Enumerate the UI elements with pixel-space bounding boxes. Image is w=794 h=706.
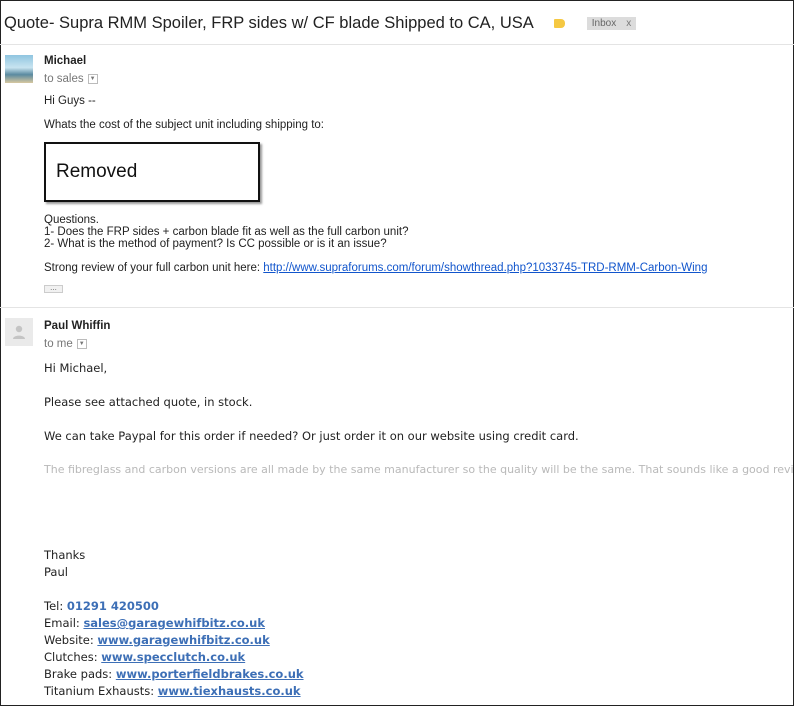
recipient-line: to me ▼ [44, 338, 87, 350]
sign-off-name: Paul [44, 565, 68, 579]
sender-name[interactable]: Michael [44, 55, 86, 67]
exhausts-link[interactable]: www.tiexhausts.co.uk [158, 684, 301, 698]
questions-heading: Questions. [44, 214, 99, 226]
signature-label: Clutches: [44, 650, 102, 664]
signature-label: Titanium Exhausts: [44, 684, 158, 698]
phone-number: 01291 420500 [66, 599, 159, 613]
label-tag-icon[interactable] [553, 18, 565, 28]
message-text: Please see attached quote, in stock. [44, 395, 253, 409]
message-text-faded: The fibreglass and carbon versions are a… [44, 463, 794, 476]
signature-website: Website: www.garagewhifbitz.co.uk [44, 633, 270, 647]
thread-header: Quote- Supra RMM Spoiler, FRP sides w/ C… [4, 10, 637, 36]
review-line: Strong review of your full carbon unit h… [44, 262, 707, 274]
website-link[interactable]: www.garagewhifbitz.co.uk [97, 633, 269, 647]
review-link[interactable]: http://www.supraforums.com/forum/showthr… [263, 262, 707, 274]
recipient-text: to me [44, 338, 73, 350]
message-greeting: Hi Guys -- [44, 95, 96, 107]
clutches-link[interactable]: www.specclutch.co.uk [101, 650, 245, 664]
chevron-down-icon[interactable]: ▼ [87, 74, 98, 84]
signature-clutches: Clutches: www.specclutch.co.uk [44, 650, 245, 664]
signature-email: Email: sales@garagewhifbitz.co.uk [44, 616, 265, 630]
brakes-link[interactable]: www.porterfieldbrakes.co.uk [116, 667, 304, 681]
avatar[interactable] [5, 318, 33, 346]
inbox-label[interactable]: Inbox x [586, 16, 637, 30]
signature-brakes: Brake pads: www.porterfieldbrakes.co.uk [44, 667, 304, 681]
avatar[interactable] [5, 55, 33, 83]
chevron-down-icon[interactable]: ▼ [76, 339, 87, 349]
header-divider [0, 44, 794, 45]
recipient-line: to sales ▼ [44, 73, 98, 85]
signature-label: Email: [44, 616, 84, 630]
message-text: Whats the cost of the subject unit inclu… [44, 119, 324, 131]
inbox-label-text: Inbox [591, 17, 617, 29]
remove-label-button[interactable]: x [626, 18, 631, 29]
sign-off: Thanks [44, 548, 86, 562]
show-trimmed-content-button[interactable]: ... [44, 284, 63, 293]
signature-label: Tel: [44, 599, 67, 613]
thread-subject: Quote- Supra RMM Spoiler, FRP sides w/ C… [4, 13, 534, 32]
question-2: 2- What is the method of payment? Is CC … [44, 238, 387, 250]
signature-tel: Tel: 01291 420500 [44, 599, 159, 613]
redaction-box: Removed [44, 142, 260, 202]
message-text: We can take Paypal for this order if nee… [44, 429, 579, 443]
recipient-text: to sales [44, 73, 84, 85]
signature-label: Website: [44, 633, 98, 647]
person-icon [13, 325, 25, 339]
signature-label: Brake pads: [44, 667, 116, 681]
message-divider [0, 307, 794, 308]
sender-name[interactable]: Paul Whiffin [44, 320, 110, 332]
email-link[interactable]: sales@garagewhifbitz.co.uk [83, 616, 265, 630]
review-text: Strong review of your full carbon unit h… [44, 262, 264, 274]
question-1: 1- Does the FRP sides + carbon blade fit… [44, 226, 409, 238]
redaction-label: Removed [56, 161, 138, 182]
signature-exhausts: Titanium Exhausts: www.tiexhausts.co.uk [44, 684, 301, 698]
message-greeting: Hi Michael, [44, 361, 108, 375]
